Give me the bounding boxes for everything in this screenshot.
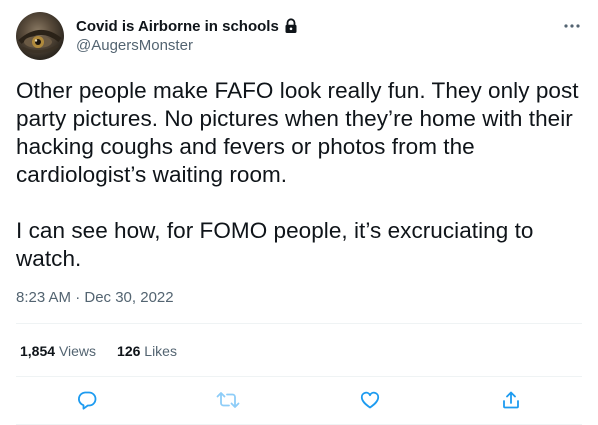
author-name-row[interactable]: Covid is Airborne in schools [76, 16, 299, 36]
like-button[interactable] [358, 390, 382, 414]
more-horizontal-icon[interactable] [560, 14, 584, 38]
divider [16, 323, 582, 324]
likes-label: Likes [144, 343, 177, 359]
reply-button[interactable] [75, 390, 99, 414]
likes-count: 126 [117, 343, 141, 359]
reply-icon [76, 389, 98, 416]
tweet-card: Covid is Airborne in schools @AugersMons… [0, 0, 598, 425]
tweet-text: Other people make FAFO look really fun. … [16, 78, 579, 271]
tweet-stats: 1,854 Views 126 Likes [20, 343, 177, 359]
tweet-timestamp[interactable]: 8:23 AM · Dec 30, 2022 [16, 289, 174, 306]
avatar[interactable] [16, 12, 64, 60]
retweet-icon [216, 389, 240, 416]
views-stat[interactable]: 1,854 Views [20, 343, 96, 359]
views-count: 1,854 [20, 343, 56, 359]
divider [16, 376, 582, 377]
avatar-eye-image [18, 30, 62, 53]
author-handle[interactable]: @AugersMonster [76, 37, 193, 54]
author-display-name[interactable]: Covid is Airborne in schools [76, 18, 279, 35]
likes-stat[interactable]: 126 Likes [117, 343, 177, 359]
retweet-button[interactable] [216, 390, 240, 414]
heart-icon [359, 389, 381, 416]
share-icon [500, 389, 522, 416]
views-label: Views [58, 343, 97, 359]
share-button[interactable] [499, 390, 523, 414]
lock-icon [283, 17, 299, 35]
tweet-actions [0, 390, 598, 414]
